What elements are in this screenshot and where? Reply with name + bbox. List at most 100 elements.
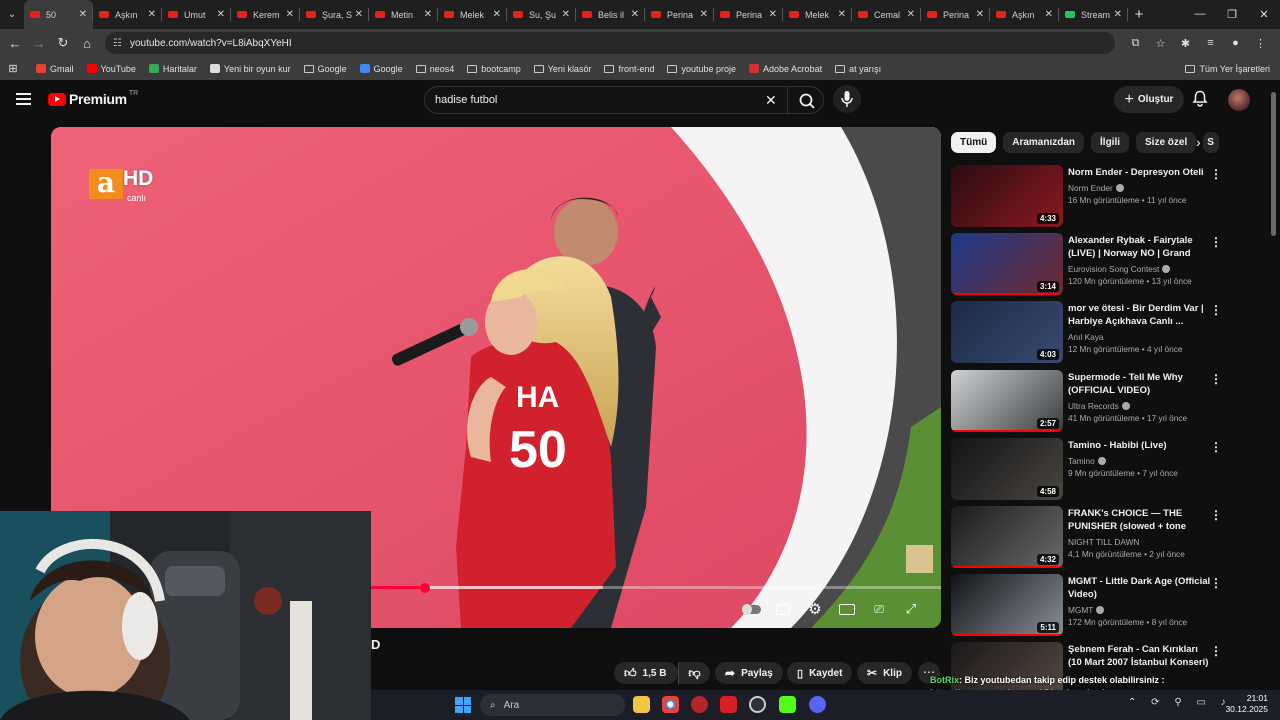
dislike-button[interactable]: 👎︎ [678,662,710,684]
channel-name[interactable]: MGMT [1068,603,1211,617]
tab-close-icon[interactable]: ✕ [1045,9,1053,20]
chips-next-arrow-icon[interactable]: › [1196,134,1201,150]
all-bookmarks-link[interactable]: Tüm Yer İşaretleri [1185,64,1270,74]
netflix-icon[interactable] [720,696,737,713]
media-control-icon[interactable]: ≡ [1198,37,1223,50]
video-thumbnail[interactable]: 4:33 [951,165,1063,227]
tab-close-icon[interactable]: ✕ [838,9,846,20]
browser-tab[interactable]: Melek ✕ [783,0,852,29]
url-bar[interactable]: ☷ youtube.com/watch?v=L8iAbqXYeHI [105,32,1115,54]
new-tab-button[interactable]: + [1128,6,1150,23]
browser-menu-icon[interactable]: ⋮ [1248,37,1273,50]
tab-search-icon[interactable]: ⌄ [0,0,24,29]
channel-name[interactable]: NIGHT TILL DAWN [1068,535,1211,549]
file-explorer-icon[interactable] [633,696,650,713]
minimize-icon[interactable]: — [1184,8,1216,21]
browser-tab[interactable]: Stream ✕ [1059,0,1128,29]
chrome-icon[interactable] [662,696,679,713]
hamburger-menu-icon[interactable] [16,93,31,105]
tab-close-icon[interactable]: ✕ [355,9,363,20]
browser-tab[interactable]: Perina ✕ [921,0,990,29]
more-options-icon[interactable]: ⋮ [1210,576,1222,590]
more-options-icon[interactable]: ⋮ [1210,508,1222,522]
tab-close-icon[interactable]: ✕ [424,9,432,20]
tab-close-icon[interactable]: ✕ [1114,9,1122,20]
youtube-logo[interactable]: Premium TR [48,90,138,107]
channel-name[interactable]: Ultra Records [1068,399,1211,413]
kick-icon[interactable] [779,696,796,713]
bookmark-item[interactable]: Yeni klasör [533,64,591,74]
recommended-video[interactable]: 4:33 Norm Ender - Depresyon Oteli Norm End… [951,165,1231,229]
recommended-video[interactable]: 4:32 FRANK's CHOICE — THE PUNISHER (slowe… [951,506,1231,570]
search-input[interactable]: hadise futbol [435,94,497,106]
notifications-icon[interactable] [1192,90,1208,107]
autoplay-toggle[interactable] [735,598,767,620]
browser-tab[interactable]: Metin ✕ [369,0,438,29]
like-button[interactable]: 👍︎ 1,5 B [614,662,678,684]
browser-tab[interactable]: Aşkın ✕ [990,0,1059,29]
bookmark-item[interactable]: Yeni bir oyun kur [209,64,291,74]
clip-button[interactable]: ✂ Klip [857,662,912,684]
video-title[interactable]: Alexander Rybak - Fairytale (LIVE) | Nor… [1068,234,1211,260]
recommended-video[interactable]: 4:58 Tamino - Habibi (Live) Tamino 9 Mn gör… [951,437,1231,502]
restore-icon[interactable]: ❐ [1216,8,1248,21]
filter-chip[interactable]: İlgili [1091,132,1130,153]
browser-tab[interactable]: Aşkın ✕ [93,0,162,29]
video-title[interactable]: mor ve ötesi - Bir Derdim Var | Harbiye … [1068,302,1211,328]
more-options-icon[interactable]: ⋮ [1210,235,1222,249]
forward-icon[interactable]: → [27,36,51,51]
tab-close-icon[interactable]: ✕ [286,9,294,20]
search-button[interactable] [787,87,825,115]
account-avatar[interactable] [1228,89,1250,111]
video-thumbnail[interactable]: 2:57 [951,369,1063,432]
recommended-video[interactable]: 5:11 MGMT - Little Dark Age (Official Vid… [951,574,1231,638]
extensions-icon[interactable]: ✱ [1173,37,1198,50]
more-options-icon[interactable]: ⋮ [1210,167,1222,181]
share-button[interactable]: ➦ Paylaş [715,662,783,684]
more-options-icon[interactable]: ⋮ [1210,440,1222,454]
filter-chip[interactable]: S [1203,132,1220,153]
video-thumbnail[interactable]: 4:32 [951,506,1063,568]
channel-name[interactable]: Tamino [1068,454,1211,468]
tab-close-icon[interactable]: ✕ [79,9,87,20]
video-title[interactable]: MGMT - Little Dark Age (Official Video) [1068,575,1211,601]
app-icon-red[interactable] [691,696,708,713]
site-info-icon[interactable]: ☷ [113,38,122,49]
bookmark-item[interactable]: Google [303,64,347,74]
tab-close-icon[interactable]: ✕ [631,9,639,20]
browser-tab[interactable]: Kerem ✕ [231,0,300,29]
seek-handle[interactable] [419,582,430,593]
tab-close-icon[interactable]: ✕ [562,9,570,20]
video-thumbnail[interactable]: 4:58 [951,437,1063,500]
video-title[interactable]: Tamino - Habibi (Live) [1068,439,1211,452]
filter-chip[interactable]: Size özel [1136,132,1197,153]
taskbar-search[interactable]: ⌕ Ara [480,694,625,716]
tab-close-icon[interactable]: ✕ [907,9,915,20]
discord-icon[interactable] [809,696,826,713]
channel-name[interactable]: Anıl Kaya [1068,330,1211,344]
taskbar-clock[interactable]: 21:01 30.12.2025 [1225,693,1268,715]
close-window-icon[interactable]: ✕ [1248,8,1280,21]
video-thumbnail[interactable]: 3:14 [951,233,1063,296]
apps-grid-icon[interactable]: ⊞ [0,62,26,75]
tab-close-icon[interactable]: ✕ [217,9,225,20]
browser-tab[interactable]: 50 ✕ [24,0,93,29]
video-title[interactable]: FRANK's CHOICE — THE PUNISHER (slowed + … [1068,507,1211,533]
profile-icon[interactable]: ● [1223,37,1248,50]
clear-search-icon[interactable]: ✕ [765,92,777,109]
bookmark-item[interactable]: Adobe Acrobat [749,64,822,74]
voice-search-button[interactable] [833,85,861,113]
browser-tab[interactable]: Cemal ✕ [852,0,921,29]
bookmark-item[interactable]: at yarışı [835,64,881,74]
windows-start-icon[interactable] [455,697,471,713]
bookmark-item[interactable]: neos4 [415,64,454,74]
bookmark-item[interactable]: front-end [604,64,654,74]
install-app-icon[interactable]: ⧉ [1123,37,1148,50]
save-button[interactable]: ▯ Kaydet [787,662,853,684]
recommended-video[interactable]: 2:57 Supermode - Tell Me Why (OFFICIAL VI… [951,369,1231,434]
fullscreen-icon[interactable]: ⤢ [895,598,927,620]
browser-tab[interactable]: Perina ✕ [714,0,783,29]
bookmark-item[interactable]: Gmail [36,64,74,74]
subtitles-icon[interactable] [767,598,799,620]
video-title[interactable]: Supermode - Tell Me Why (OFFICIAL VIDEO) [1068,371,1211,397]
